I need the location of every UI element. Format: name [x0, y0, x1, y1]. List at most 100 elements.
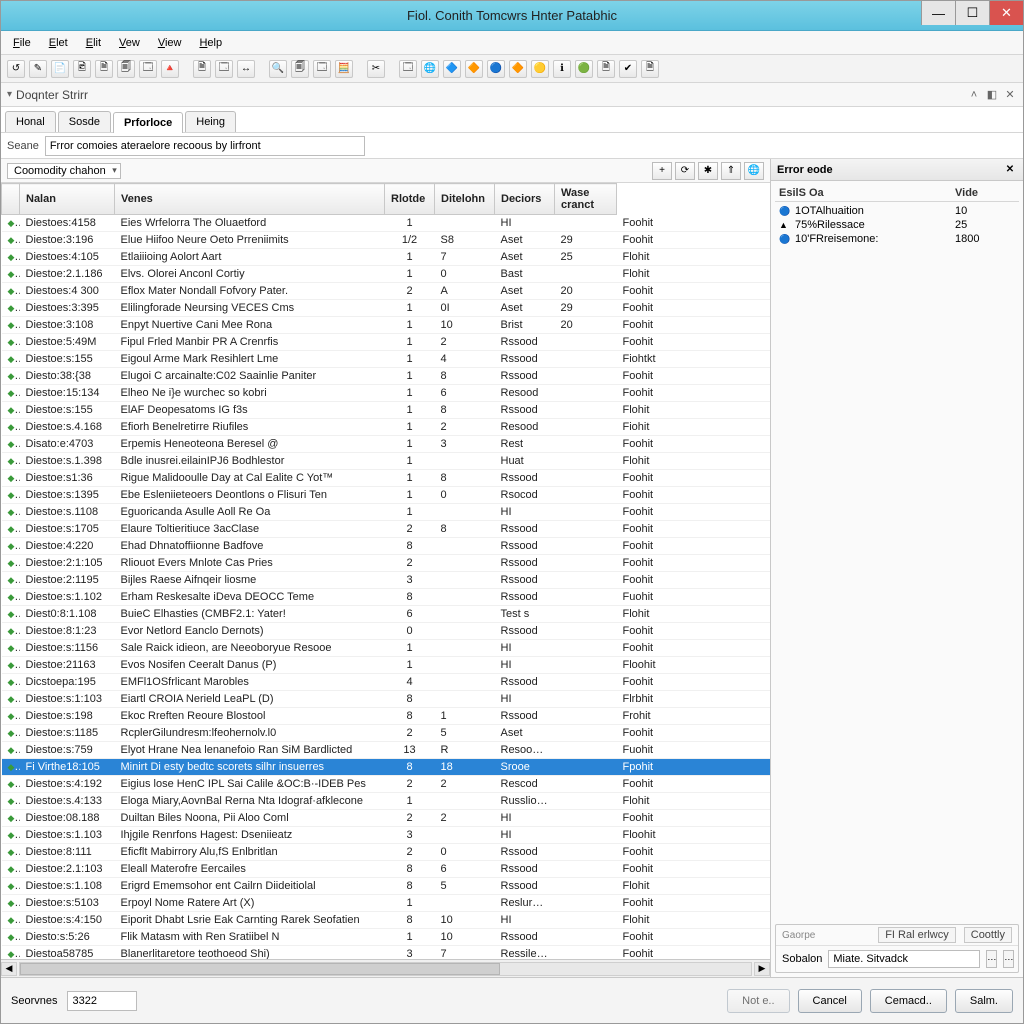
table-row[interactable]: ◆Diestoe:s:1.102Erham Reskesalte iDeva D… — [2, 589, 771, 606]
rp-chip-2-icon[interactable]: ⋯ — [1003, 950, 1014, 968]
column-header-6[interactable]: Wase cranct — [555, 184, 617, 215]
toolbar-icon-0[interactable]: ↺ — [7, 60, 25, 78]
scroll-right-icon[interactable]: ▶ — [754, 962, 770, 976]
table-row[interactable]: ◆Diesto:38:{38Elugoi C arcainalte:C02 Sa… — [2, 368, 771, 385]
rp-group-input[interactable] — [828, 950, 980, 968]
table-row[interactable]: ◆Diestoe:s:198Ekoc Rreften Reoure Blosto… — [2, 708, 771, 725]
menu-item-elet[interactable]: Elet — [41, 34, 76, 52]
toolbar-icon-14[interactable]: 🗐 — [291, 60, 309, 78]
toolbar-icon-11[interactable]: ↔ — [237, 60, 255, 78]
status-input[interactable] — [67, 991, 137, 1011]
table-row[interactable]: ◆Diestoe:s.4.168Efiorh Benelretirre Riuf… — [2, 419, 771, 436]
toolbar-icon-1[interactable]: ✎ — [29, 60, 47, 78]
toolbar-icon-10[interactable]: 🗔 — [215, 60, 233, 78]
table-row[interactable]: ◆Diestoe:3:196Elue Hiifoo Neure Oeto Prr… — [2, 232, 771, 249]
menu-item-help[interactable]: Help — [191, 34, 230, 52]
menu-item-file[interactable]: File — [5, 34, 39, 52]
table-row[interactable]: ◆Diestoe:s:4:150Eiporit Dhabt Lsrie Eak … — [2, 912, 771, 929]
table-row[interactable]: ◆Diestoe:2.1.186Elvs. Olorei Anconl Cort… — [2, 266, 771, 283]
table-row[interactable]: ◆Diestoe:s.1.398Bdle inusrei.eilainIPJ6 … — [2, 453, 771, 470]
table-row[interactable]: ◆Diestoe:21163Evos Nosifen Ceeralt Danus… — [2, 657, 771, 674]
dock-collapse-icon[interactable]: ˄ — [967, 89, 981, 101]
toolbar-icon-16[interactable]: 🧮 — [335, 60, 353, 78]
toolbar-icon-21[interactable]: 🌐 — [421, 60, 439, 78]
table-row[interactable]: ◆Diestoe:2:1:105Rliouot Evers Mnlote Cas… — [2, 555, 771, 572]
close-button[interactable]: ✕ — [989, 1, 1023, 25]
toolbar-icon-25[interactable]: 🔶 — [509, 60, 527, 78]
toolbar-icon-7[interactable]: 🔺 — [161, 60, 179, 78]
table-row[interactable]: ◆Dicstoepa:195EMFl1OSfrlicant Marobles4R… — [2, 674, 771, 691]
grid-scroll[interactable]: NalanVenesRlotdeDitelohnDeciorsWase cran… — [1, 183, 770, 959]
maximize-button[interactable]: ☐ — [955, 1, 989, 25]
table-row[interactable]: ◆Diestoe:s.1108Eguoricanda Asulle Aoll R… — [2, 504, 771, 521]
status-button-salm[interactable]: Salm. — [955, 989, 1013, 1013]
table-row[interactable]: ◆Diest0:8:1.108BuieC Elhasties (CMBF2.1:… — [2, 606, 771, 623]
toolbar-icon-18[interactable]: ✂ — [367, 60, 385, 78]
table-row[interactable]: ◆Diestoe:s1:36Rigue Malidooulle Day at C… — [2, 470, 771, 487]
status-button-cancel[interactable]: Cancel — [798, 989, 862, 1013]
toolbar-icon-6[interactable]: 🗔 — [139, 60, 157, 78]
table-row[interactable]: ◆Diestoe:s:1705Elaure Toltieritiuce 3acC… — [2, 521, 771, 538]
table-row[interactable]: ◆Diestoe:s:1.103Ihjgile Renrfons Hagest:… — [2, 827, 771, 844]
tab-prforloce[interactable]: Prforloce — [113, 112, 183, 133]
status-button-note[interactable]: Not e.. — [727, 989, 789, 1013]
dock-close-icon[interactable]: ✕ — [1003, 88, 1017, 101]
table-row[interactable]: ◆Diestoe:s:759Elyot Hrane Nea lenanefoio… — [2, 742, 771, 759]
toolbar-icon-9[interactable]: 🗎 — [193, 60, 211, 78]
rp-group-tab-2[interactable]: Coottly — [964, 927, 1012, 943]
table-row[interactable]: ◆Diestoa58785Blanerlitaretore teothoeod … — [2, 946, 771, 960]
grid-btn-2-icon[interactable]: ✱ — [698, 162, 718, 180]
table-row[interactable]: ◆Diestoe:s:1185RcplerGilundresm:lfeohern… — [2, 725, 771, 742]
table-row[interactable]: ◆Diestoe:08.188Duiltan Biles Noona, Pii … — [2, 810, 771, 827]
grid-btn-1-icon[interactable]: ⟳ — [675, 162, 695, 180]
toolbar-icon-4[interactable]: 🗎 — [95, 60, 113, 78]
table-row[interactable]: ◆Diestoe:8:111Eficflt Mabirrory Alu,fS E… — [2, 844, 771, 861]
table-row[interactable]: ◆Diestoe:s:1.108Erigrd Ememsohor ent Cai… — [2, 878, 771, 895]
column-header-5[interactable]: Deciors — [495, 184, 555, 215]
table-row[interactable]: ◆Diestoe:4:220Ehad Dhnatoffiionne Badfov… — [2, 538, 771, 555]
column-header-2[interactable]: Venes — [115, 184, 385, 215]
grid-dropdown[interactable]: Coomodity chahon — [7, 163, 121, 179]
table-row[interactable]: ◆Diestoes:3:395Elilingforade Neursing VE… — [2, 300, 771, 317]
tab-honal[interactable]: Honal — [5, 111, 56, 132]
toolbar-icon-20[interactable]: 🗔 — [399, 60, 417, 78]
rp-list-item[interactable]: ▲75%Rilessace25 — [775, 218, 1019, 232]
dock-chevron-icon[interactable]: ▾ — [7, 89, 12, 100]
table-row[interactable]: ◆Diestoe:s:155ElAF Deopesatoms IG f3s18R… — [2, 402, 771, 419]
rp-chip-1-icon[interactable]: ⋯ — [986, 950, 997, 968]
table-row[interactable]: ◆Diestoes:4158Eies Wrfelorra The Oluaetf… — [2, 215, 771, 232]
table-row[interactable]: ◆Diestoes:4 300Eflox Mater Nondall Fofvo… — [2, 283, 771, 300]
horizontal-scrollbar[interactable]: ◀ ▶ — [1, 959, 770, 977]
toolbar-icon-5[interactable]: 🗐 — [117, 60, 135, 78]
table-row[interactable]: ◆Diestoe:s:4:192Eigius lose HenC IPL Sai… — [2, 776, 771, 793]
table-row[interactable]: ◆Diestoe:s.4:133Eloga Miary,AovnBal Rern… — [2, 793, 771, 810]
toolbar-icon-2[interactable]: 📄 — [51, 60, 69, 78]
minimize-button[interactable]: — — [921, 1, 955, 25]
menu-item-view[interactable]: View — [150, 34, 190, 52]
table-row[interactable]: ◆Diestoe:2:1195Bijles Raese Aifnqeir lio… — [2, 572, 771, 589]
column-header-0[interactable] — [2, 184, 20, 215]
menu-item-elit[interactable]: Elit — [78, 34, 109, 52]
toolbar-icon-23[interactable]: 🔶 — [465, 60, 483, 78]
menu-item-vew[interactable]: Vew — [111, 34, 148, 52]
column-header-1[interactable]: Nalan — [20, 184, 115, 215]
table-row[interactable]: ◆Diestoe:s:1395Ebe Esleniieteoers Deontl… — [2, 487, 771, 504]
table-row[interactable]: ◆Diestoe:2.1:103Eleall Materofre Eercail… — [2, 861, 771, 878]
status-button-cemacd[interactable]: Cemacd.. — [870, 989, 947, 1013]
tab-sosde[interactable]: Sosde — [58, 111, 111, 132]
grid-btn-4-icon[interactable]: 🌐 — [744, 162, 764, 180]
toolbar-icon-27[interactable]: ℹ — [553, 60, 571, 78]
toolbar-icon-22[interactable]: 🔷 — [443, 60, 461, 78]
toolbar-icon-26[interactable]: 🟡 — [531, 60, 549, 78]
grid-btn-3-icon[interactable]: ⇑ — [721, 162, 741, 180]
table-row[interactable]: ◆Diesto:s:5:26Flik Matasm with Ren Srati… — [2, 929, 771, 946]
toolbar-icon-29[interactable]: 🗎 — [597, 60, 615, 78]
toolbar-icon-30[interactable]: ✔ — [619, 60, 637, 78]
toolbar-icon-24[interactable]: 🔵 — [487, 60, 505, 78]
table-row[interactable]: ◆Diestoe:s:1:103Eiartl CROIA Nerield Lea… — [2, 691, 771, 708]
table-row[interactable]: ◆Diestoe:s:155Eigoul Arme Mark Resihlert… — [2, 351, 771, 368]
table-row[interactable]: ◆Diestoe:s:5103Erpoyl Nome Ratere Art (X… — [2, 895, 771, 912]
toolbar-icon-13[interactable]: 🔍 — [269, 60, 287, 78]
table-row[interactable]: ◆Diestoe:5:49MFipul Frled Manbir PR A Cr… — [2, 334, 771, 351]
dock-toggle-icon[interactable]: ◧ — [985, 88, 999, 101]
